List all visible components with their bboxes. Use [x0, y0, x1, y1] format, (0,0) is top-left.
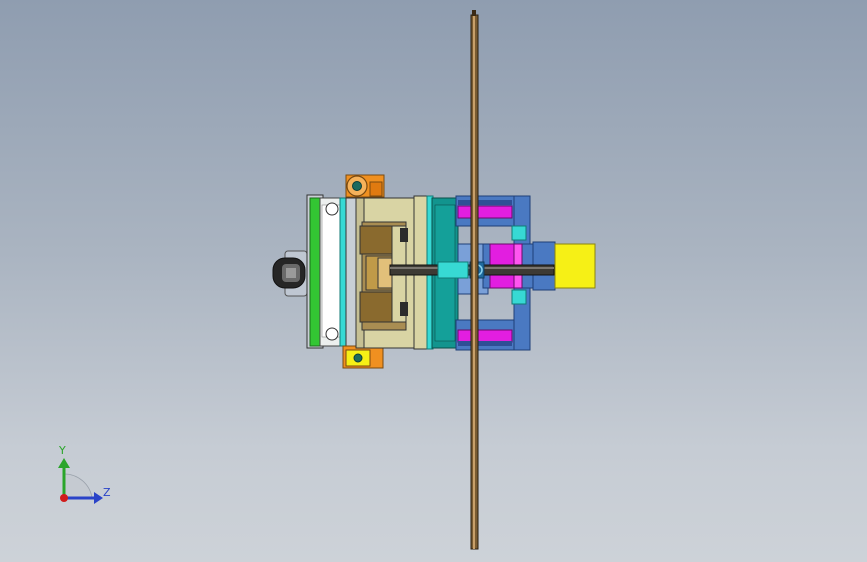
orientation-triad [58, 458, 103, 504]
origin-icon [60, 494, 68, 502]
left-end-plate[interactable] [306, 194, 357, 349]
bottom-clamp[interactable] [342, 345, 384, 369]
y-axis-arrowhead-icon [58, 458, 70, 468]
triad-y-label: Y [59, 444, 66, 457]
triad-z-label: Z [103, 486, 111, 499]
model-canvas[interactable] [0, 0, 867, 562]
cad-viewport[interactable]: Y Z [0, 0, 867, 562]
vertical-shaft[interactable] [470, 10, 479, 550]
roller-wheel[interactable] [272, 250, 308, 297]
top-eye-bolt[interactable] [345, 174, 385, 198]
z-axis-arrowhead-icon [94, 492, 103, 504]
triad-background-icon [63, 473, 93, 499]
